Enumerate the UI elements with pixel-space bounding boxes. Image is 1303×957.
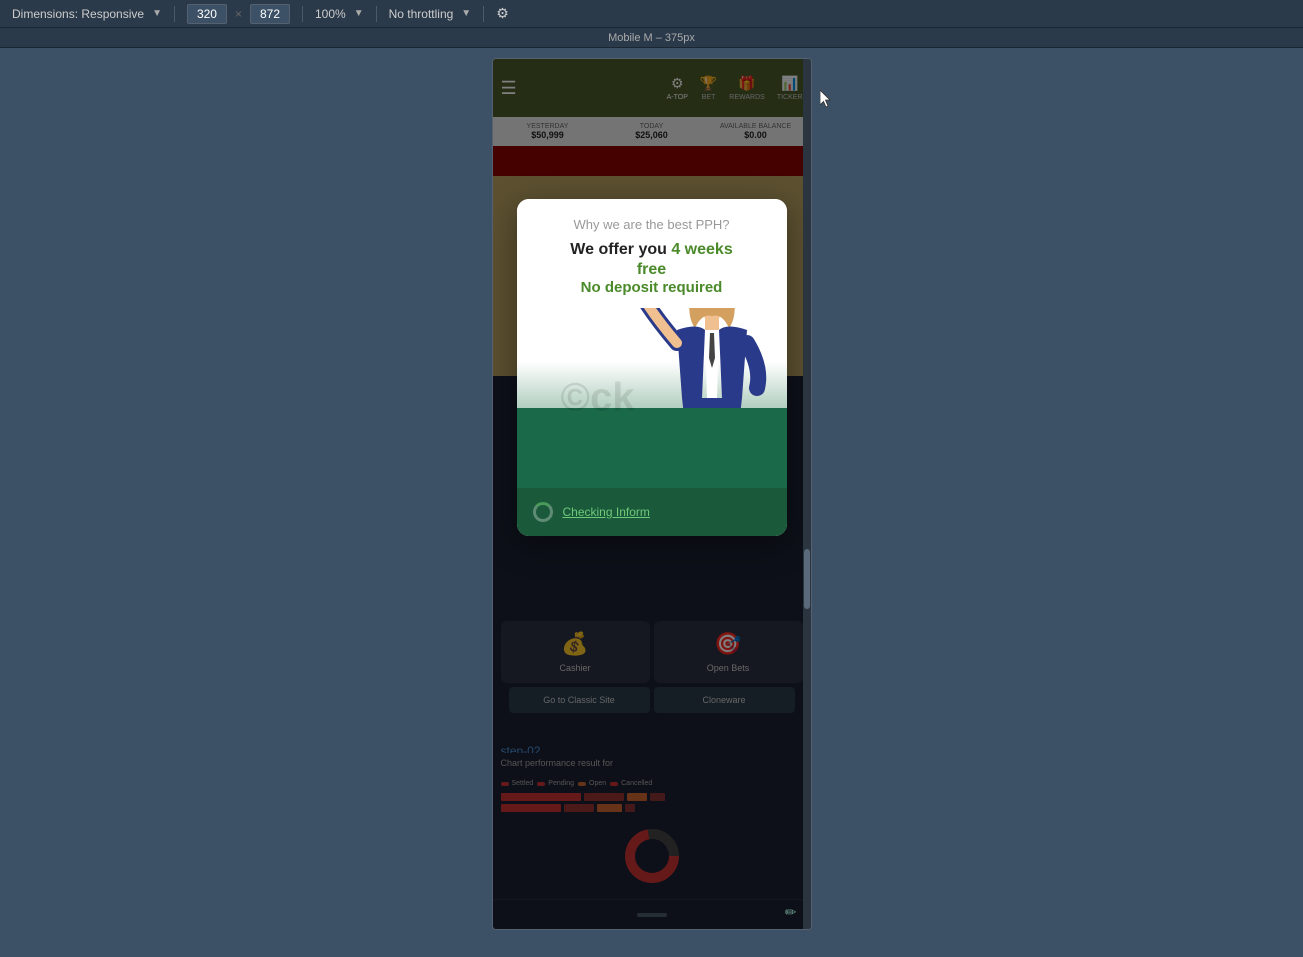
divider-1 — [174, 6, 175, 22]
zoom-dropdown-icon[interactable]: ▼ — [354, 8, 364, 19]
dimensions-label[interactable]: Dimensions: Responsive — [12, 7, 144, 21]
modal-card: Why we are the best PPH? We offer you 4 … — [517, 199, 787, 536]
modal-overlay[interactable]: Why we are the best PPH? We offer you 4 … — [493, 59, 811, 929]
modal-image: ©ck — [517, 308, 787, 488]
dropdown-icon[interactable]: ▼ — [152, 8, 162, 19]
ruler-bar: Mobile M – 375px — [0, 28, 1303, 48]
ruler-label: Mobile M – 375px — [608, 32, 695, 44]
main-area: ☰ ⚙ A-TOP 🏆 BET 🎁 REWARDS 📊 TICKER — [0, 48, 1303, 957]
modal-title-part1: We offer you — [570, 241, 671, 258]
modal-title-line: We offer you 4 weeks — [533, 240, 771, 261]
throttling-dropdown-icon[interactable]: ▼ — [461, 8, 471, 19]
modal-highlight: 4 weeks — [671, 241, 732, 258]
height-input[interactable] — [250, 4, 290, 24]
loading-spinner — [533, 502, 553, 522]
divider-4 — [483, 6, 484, 22]
device-scrollbar[interactable] — [803, 59, 811, 929]
dimension-separator: × — [235, 7, 242, 21]
settings-button[interactable]: ⚙ — [496, 5, 509, 22]
scrollbar-thumb[interactable] — [804, 549, 810, 609]
device-frame: ☰ ⚙ A-TOP 🏆 BET 🎁 REWARDS 📊 TICKER — [492, 58, 812, 930]
edit-icon[interactable]: ✏ — [785, 904, 797, 921]
modal-bottom: Checking Inform — [517, 488, 787, 536]
zoom-label[interactable]: 100% — [315, 7, 346, 21]
divider-2 — [302, 6, 303, 22]
checking-text[interactable]: Checking Inform — [563, 505, 650, 519]
teal-bg — [517, 408, 787, 488]
modal-subtitle: Why we are the best PPH? — [533, 217, 771, 232]
modal-tagline: No deposit required — [533, 279, 771, 296]
divider-3 — [376, 6, 377, 22]
toolbar: Dimensions: Responsive ▼ × 100% ▼ No thr… — [0, 0, 1303, 28]
throttling-label[interactable]: No throttling — [389, 7, 454, 21]
width-input[interactable] — [187, 4, 227, 24]
modal-title-free: free — [533, 261, 771, 279]
cursor — [820, 90, 832, 108]
modal-top: Why we are the best PPH? We offer you 4 … — [517, 199, 787, 308]
